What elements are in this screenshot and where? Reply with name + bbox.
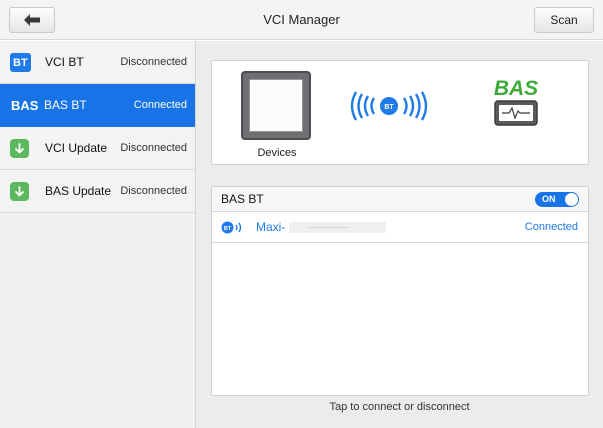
bluetooth-device-row[interactable]: BT Maxi- Connected: [212, 212, 588, 243]
devices-label: Devices: [257, 147, 297, 159]
battery-tester-icon: BAS: [494, 77, 538, 126]
sidebar-item-label: VCI BT: [45, 55, 84, 69]
bas-logo-text: BAS: [494, 77, 538, 100]
bluetooth-panel-title: BAS BT: [221, 192, 264, 206]
download-arrow-icon: [10, 139, 29, 158]
scan-button[interactable]: Scan: [534, 7, 594, 33]
svg-text:BT: BT: [384, 104, 394, 111]
sidebar-item-vci-bt[interactable]: BT VCI BT Disconnected: [0, 41, 195, 84]
sidebar-item-status: Connected: [133, 99, 187, 111]
sidebar-item-status: Disconnected: [120, 142, 187, 154]
device-name: Maxi-: [256, 220, 286, 234]
bluetooth-toggle[interactable]: ON: [535, 192, 579, 207]
page-title: VCI Manager: [263, 12, 340, 27]
bluetooth-panel-header: BAS BT ON: [212, 187, 588, 212]
sidebar-item-bas-update[interactable]: BAS Update Disconnected: [0, 170, 195, 213]
bluetooth-signal-icon: BT: [350, 91, 428, 121]
sidebar-item-vci-update[interactable]: VCI Update Disconnected: [0, 127, 195, 170]
sidebar: BT VCI BT Disconnected BAS BAS BT Connec…: [0, 41, 196, 428]
download-arrow-icon: [10, 182, 29, 201]
svg-text:BT: BT: [224, 226, 232, 232]
sidebar-item-label: BAS Update: [45, 184, 112, 198]
devices-card: Devices BT BAS: [211, 60, 589, 165]
sidebar-item-status: Disconnected: [120, 185, 187, 197]
toggle-state-label: ON: [542, 194, 556, 204]
sidebar-item-label: VCI Update: [45, 141, 108, 155]
bluetooth-device-icon: BT: [221, 221, 242, 234]
sidebar-item-bas-bt[interactable]: BAS BAS BT Connected: [0, 84, 195, 127]
device-name-redacted: [289, 222, 386, 233]
device-connection-status: Connected: [524, 221, 578, 233]
sidebar-item-status: Disconnected: [120, 56, 187, 68]
bas-badge-icon: BAS: [11, 98, 39, 113]
tablet-device-icon: [241, 71, 311, 140]
main-panel: Devices BT BAS BAS BT ON BT Maxi- Connec…: [196, 41, 603, 428]
toggle-knob: [565, 193, 578, 206]
top-bar: VCI Manager Scan: [0, 0, 603, 40]
bluetooth-badge-icon: BT: [10, 53, 31, 72]
bluetooth-panel: BAS BT ON BT Maxi- Connected: [211, 186, 589, 396]
hint-text: Tap to connect or disconnect: [329, 401, 470, 413]
sidebar-item-label: BAS BT: [44, 98, 87, 112]
